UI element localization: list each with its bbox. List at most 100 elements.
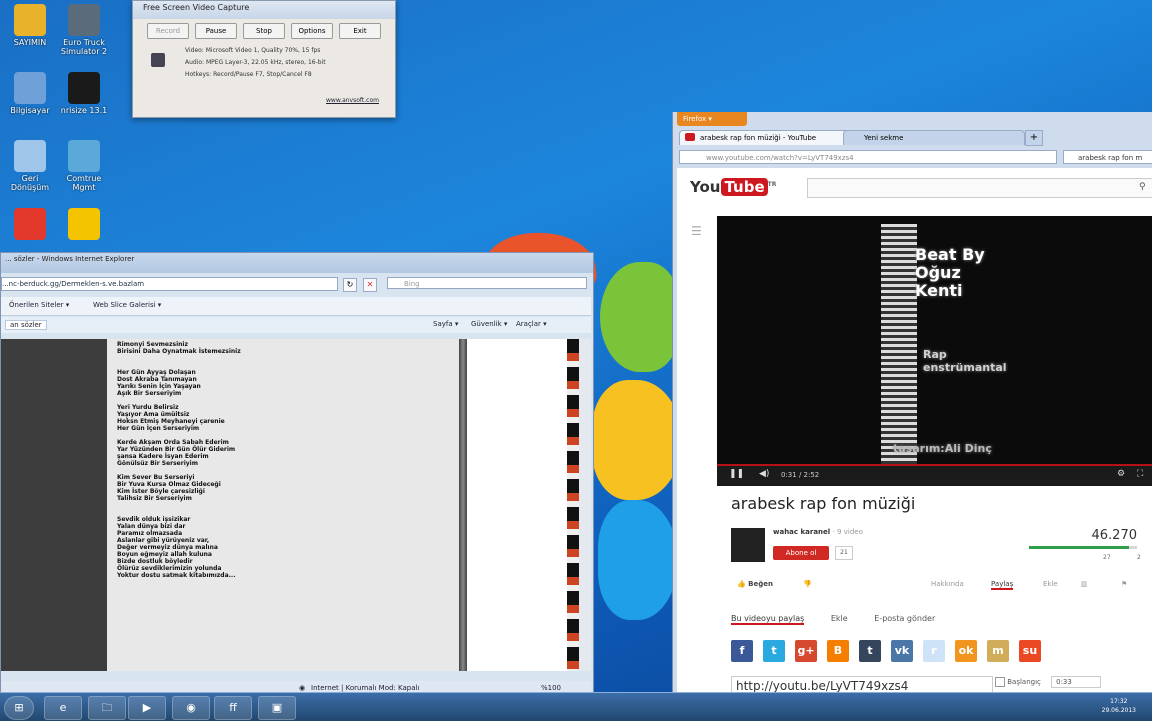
refresh-icon[interactable]: ↻ <box>343 278 357 292</box>
page-menu[interactable]: Sayfa ▾ <box>433 320 458 328</box>
fullscreen-icon[interactable]: ⛶ <box>1137 469 1143 479</box>
flag-icon[interactable]: ⚑ <box>1121 580 1127 588</box>
odnoklassniki-icon[interactable]: ok <box>955 640 977 662</box>
share-tab-email[interactable]: E-posta gönder <box>874 614 935 623</box>
tab-about[interactable]: Hakkında <box>931 580 964 588</box>
ff-url-bar[interactable]: www.youtube.com/watch?v=LyVT749xzs4 <box>679 150 1057 164</box>
zoom-level[interactable]: %100 <box>541 684 561 692</box>
lyric-line: Talihsiz Bir Serseriyim <box>117 495 192 502</box>
taskbar: ⊞ e 🗀 ▶ ◉ ff ▣ 17:32 29.06.2013 <box>0 692 1152 721</box>
firefox-taskbar-icon[interactable]: ff <box>214 696 252 720</box>
app-icon <box>14 4 46 36</box>
capture-taskbar-icon[interactable]: ▣ <box>258 696 296 720</box>
lyric-line <box>117 432 241 439</box>
desktop-icon[interactable]: SAYIMIN <box>4 4 56 47</box>
capture-window-title: Free Screen Video Capture <box>133 1 395 19</box>
firefox-window[interactable]: Firefox ▾ arabesk rap fon müziği - YouTu… <box>672 112 1152 702</box>
app-icon <box>68 140 100 172</box>
like-button[interactable]: 👍 Beğen <box>737 580 773 588</box>
twitter-icon[interactable]: t <box>763 640 785 662</box>
stumbleupon-icon[interactable]: su <box>1019 640 1041 662</box>
record-button[interactable]: Record <box>147 23 189 39</box>
yt-search-input[interactable] <box>807 178 1152 198</box>
globe-icon: ◉ <box>299 684 306 692</box>
channel-videos: · 9 video <box>832 528 863 536</box>
start-checkbox[interactable] <box>995 677 1005 687</box>
safety-menu[interactable]: Güvenlik ▾ <box>471 320 507 328</box>
tab-share[interactable]: Paylaş <box>991 580 1014 590</box>
exit-button[interactable]: Exit <box>339 23 381 39</box>
ie-tab[interactable]: an sözler <box>5 320 47 330</box>
start-button[interactable]: ⊞ <box>4 696 34 720</box>
desktop-icon[interactable] <box>4 208 56 242</box>
tab-youtube[interactable]: arabesk rap fon müziği - YouTube <box>679 130 851 145</box>
lyric-line: Aslanlar gibi yürüyeniz var, <box>117 537 210 544</box>
tab-new[interactable]: Yeni sekme <box>843 130 1025 145</box>
ie-search-input[interactable]: Bing <box>387 277 587 289</box>
start-time-field[interactable]: 0:33 <box>1051 676 1102 688</box>
web-slice-gallery[interactable]: Web Slice Galerisi ▾ <box>93 301 161 309</box>
channel-avatar[interactable] <box>731 528 765 562</box>
options-button[interactable]: Options <box>291 23 333 39</box>
tab-add[interactable]: Ekle <box>1043 580 1058 588</box>
facebook-icon[interactable]: f <box>731 640 753 662</box>
share-tab-embed[interactable]: Ekle <box>831 614 848 623</box>
overlay-mid: Rap enstrümantal <box>923 348 1007 374</box>
suggested-sites[interactable]: Önerilen Siteler ▾ <box>9 301 69 309</box>
explorer-taskbar-icon[interactable]: 🗀 <box>88 696 126 720</box>
start-at: Başlangıç 0:33 <box>995 676 1102 688</box>
stop-icon[interactable]: ✕ <box>363 278 377 292</box>
mixi-icon[interactable]: m <box>987 640 1009 662</box>
desktop-icon[interactable]: Geri Dönüşüm <box>4 140 56 192</box>
channel-name[interactable]: wahac karanel <box>773 528 830 536</box>
video-player[interactable]: Beat By Oğuz Kenti Rap enstrümantal tasa… <box>717 216 1152 486</box>
vertical-scrollbar[interactable] <box>579 339 591 671</box>
stats-icon[interactable]: ▥ <box>1081 580 1088 588</box>
pause-icon[interactable]: ❚❚ <box>729 469 744 479</box>
lyric-line: Hoksn Etmiş Meyhaneyi çarenie <box>117 418 225 425</box>
media-taskbar-icon[interactable]: ▶ <box>128 696 166 720</box>
desktop-icon[interactable] <box>58 208 110 242</box>
desktop-icon[interactable]: Euro Truck Simulator 2 <box>58 4 110 56</box>
ie-content[interactable]: Rimonyi Sevmezsiniz Birisini Daha Oynatma… <box>1 339 591 671</box>
desktop-icon-label: nrisize 13.1 <box>60 106 108 115</box>
lyric-line: Yaşıyor Ama ümüitsiz <box>117 411 190 418</box>
windows-logo-green <box>600 262 680 372</box>
ie-taskbar-icon[interactable]: e <box>44 696 82 720</box>
left-panel <box>1 339 107 671</box>
lyric-line: Her Gün İçen Serseriyim <box>117 425 200 432</box>
desktop-icon[interactable]: nrisize 13.1 <box>58 72 110 115</box>
ie-window[interactable]: ... sözler - Windows Internet Explorer .… <box>0 252 594 700</box>
system-clock[interactable]: 17:32 29.06.2013 <box>1102 697 1136 715</box>
ie-address-bar[interactable]: ...nc-berduck.gg/Dermeklen-s.ve.bazlam <box>1 277 338 291</box>
lyric-line <box>117 355 241 362</box>
capture-window[interactable]: Free Screen Video Capture Record Pause S… <box>132 0 396 118</box>
lyric-line: Gönülsüz Bir Serseriyim <box>117 460 198 467</box>
guide-menu-icon[interactable]: ☰ <box>691 224 702 238</box>
desktop-icon[interactable]: Comtrue Mgmt <box>58 140 110 192</box>
share-tab-share[interactable]: Bu videoyu paylaş <box>731 614 805 625</box>
volume-icon[interactable]: ◀) <box>759 469 769 479</box>
stop-button[interactable]: Stop <box>243 23 285 39</box>
settings-icon[interactable]: ⚙ <box>1117 469 1125 479</box>
desktop-icon[interactable]: Bilgisayar <box>4 72 56 115</box>
dislike-icon[interactable]: 👎 <box>803 580 812 588</box>
new-tab-button[interactable]: + <box>1025 130 1043 146</box>
blogger-icon[interactable]: B <box>827 640 849 662</box>
chrome-taskbar-icon[interactable]: ◉ <box>172 696 210 720</box>
firefox-menu-button[interactable]: Firefox ▾ <box>677 112 747 126</box>
subscribe-button[interactable]: Abone ol <box>773 546 829 560</box>
youtube-favicon-icon <box>685 133 695 141</box>
lyric-line: Birisini Daha Oynatmak İstemezsiniz <box>117 348 241 355</box>
website-link[interactable]: www.anvsoft.com <box>326 97 379 104</box>
desktop-icon-label: Geri Dönüşüm <box>10 174 50 192</box>
ff-search-input[interactable]: arabesk rap fon m <box>1063 150 1152 164</box>
youtube-logo[interactable]: You Tube TR <box>689 178 776 196</box>
reddit-icon[interactable]: r <box>923 640 945 662</box>
tools-menu[interactable]: Araçlar ▾ <box>516 320 547 328</box>
vk-icon[interactable]: vk <box>891 640 913 662</box>
googleplus-icon[interactable]: g+ <box>795 640 817 662</box>
yt-search-icon[interactable]: ⚲ <box>1139 182 1146 192</box>
tumblr-icon[interactable]: t <box>859 640 881 662</box>
pause-button[interactable]: Pause <box>195 23 237 39</box>
